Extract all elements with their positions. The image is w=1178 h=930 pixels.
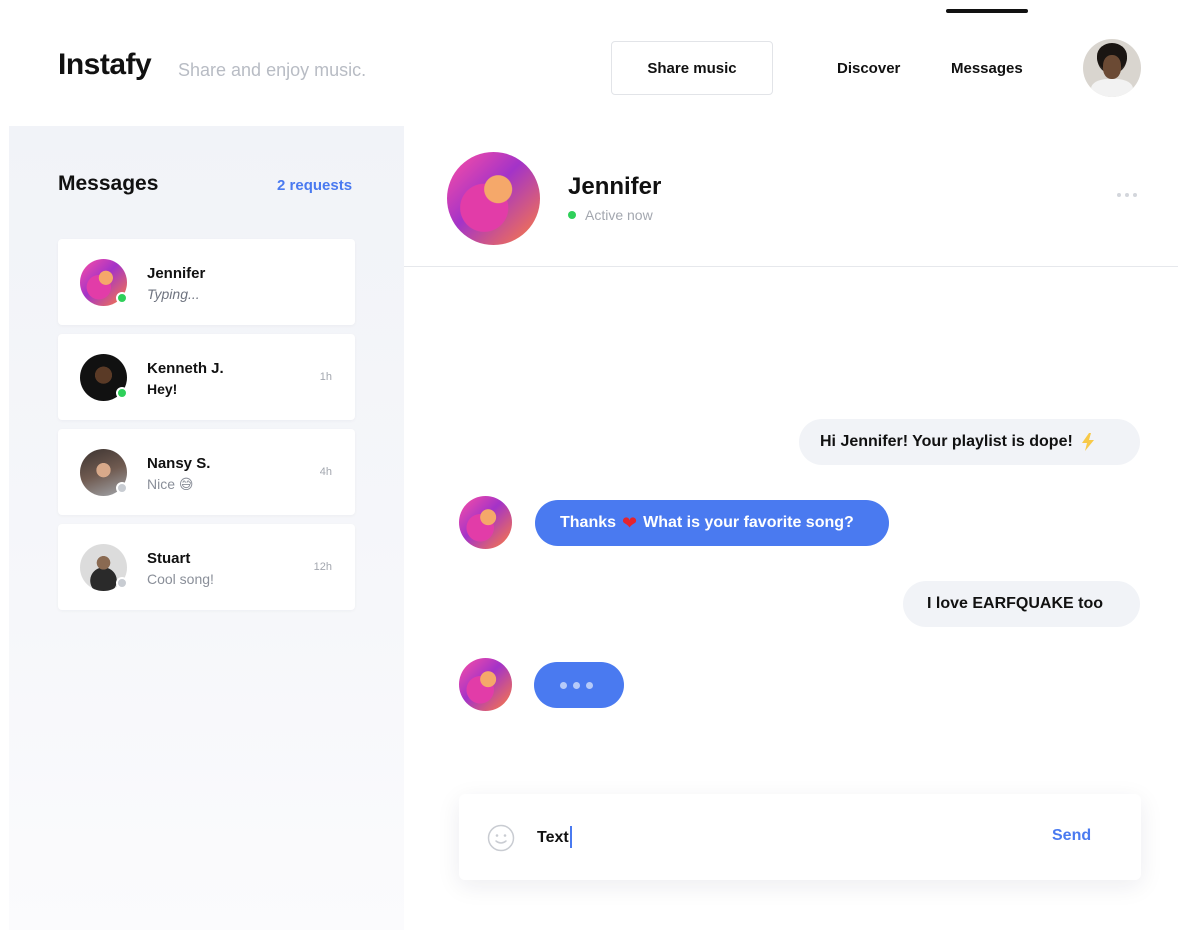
messages-sidebar: Messages 2 requests Jennifer Typing... K… [9, 126, 404, 930]
conversation-preview: Typing... [147, 286, 200, 302]
conversation-time: 1h [319, 371, 332, 383]
tagline: Share and enjoy music. [178, 60, 367, 80]
typing-dot [573, 681, 580, 689]
conversation-jennifer[interactable]: Jennifer Typing... [58, 239, 355, 325]
message-outgoing: I love EARFQUAKE too [903, 581, 1140, 627]
chat-header: Jennifer Active now [404, 126, 1178, 267]
dot [1125, 193, 1129, 197]
offline-status-dot [116, 482, 128, 494]
active-status-dot [568, 211, 576, 219]
contact-avatar[interactable] [447, 152, 540, 245]
typing-indicator [534, 662, 624, 708]
typing-dot [586, 681, 593, 689]
conversation-nansy[interactable]: Nansy S. Nice 😅 4h [58, 429, 355, 515]
nav-active-indicator [946, 9, 1028, 13]
share-music-button[interactable]: Share music [611, 41, 773, 95]
message-text: Thanks [560, 514, 617, 531]
active-status-text: Active now [585, 207, 653, 223]
contact-name: Jennifer [568, 173, 662, 200]
dot [1117, 193, 1121, 197]
conversation-time: 4h [319, 466, 332, 478]
offline-status-dot [116, 577, 128, 589]
message-avatar [459, 496, 512, 549]
conversation-name: Nansy S. [147, 455, 211, 472]
message-outgoing: Hi Jennifer! Your playlist is dope! [799, 419, 1140, 465]
text-caret [570, 826, 572, 848]
message-text: I love EARFQUAKE too [927, 595, 1104, 612]
message-incoming: Thanks ❤ What is your favorite song? [535, 500, 889, 546]
requests-link[interactable]: 2 requests [277, 177, 352, 194]
avatar-face [1103, 55, 1121, 79]
brand-logo[interactable]: Instafy [58, 48, 152, 82]
message-avatar [459, 658, 512, 711]
message-composer: Send [459, 794, 1141, 880]
lightning-icon [1081, 433, 1094, 451]
conversation-name: Kenneth J. [147, 360, 224, 377]
avatar-shirt [1091, 79, 1133, 97]
dot [1133, 193, 1137, 197]
message-text: What is your favorite song? [643, 514, 854, 531]
more-horizontal-icon[interactable] [1111, 186, 1143, 204]
heart-icon: ❤ [622, 513, 638, 533]
conversation-time: 12h [313, 561, 332, 573]
conversation-stuart[interactable]: Stuart Cool song! 12h [58, 524, 355, 610]
message-text: Hi Jennifer! Your playlist is dope! [820, 433, 1073, 450]
online-status-dot [116, 387, 128, 399]
top-header: Instafy Share and enjoy music. Share mus… [0, 0, 1178, 126]
conversation-preview: Cool song! [147, 571, 214, 587]
nav-discover[interactable]: Discover [837, 60, 900, 77]
online-status-dot [116, 292, 128, 304]
message-input[interactable] [537, 824, 1057, 852]
conversation-preview: Hey! [147, 381, 178, 397]
conversation-name: Jennifer [147, 265, 206, 282]
send-button[interactable]: Send [1052, 827, 1091, 845]
conversation-kenneth[interactable]: Kenneth J. Hey! 1h [58, 334, 355, 420]
conversation-preview: Nice 😅 [147, 476, 194, 492]
conversation-name: Stuart [147, 550, 191, 567]
typing-dot [560, 681, 567, 689]
nav-messages[interactable]: Messages [951, 60, 1023, 77]
sidebar-title: Messages [58, 172, 159, 195]
user-avatar[interactable] [1083, 39, 1141, 97]
emoji-icon[interactable] [487, 824, 515, 852]
